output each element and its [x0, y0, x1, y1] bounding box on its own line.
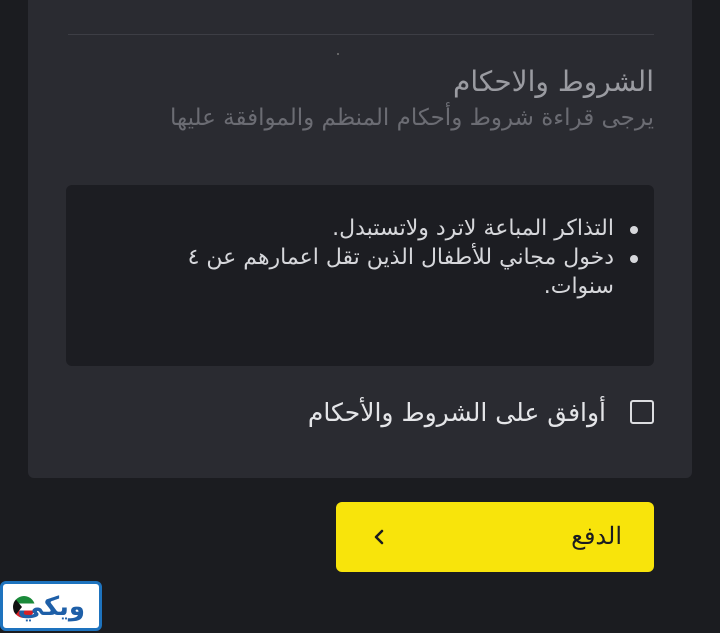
- logo-inner: ويكي: [7, 588, 95, 624]
- agree-checkbox[interactable]: [630, 400, 654, 424]
- logo-text: ويكي: [17, 592, 85, 622]
- chevron-left-icon: [374, 529, 384, 545]
- agree-row[interactable]: أوافق على الشروط والأحكام: [308, 392, 654, 432]
- divider: [68, 34, 654, 35]
- wiki-logo: ويكي: [0, 581, 102, 631]
- terms-list-item: دخول مجاني للأطفال الذين تقل اعمارهم عن …: [174, 243, 638, 301]
- decorative-dot: [337, 53, 339, 55]
- pay-button[interactable]: الدفع: [336, 502, 654, 572]
- terms-list: التذاكر المباعة لاترد ولاتستبدل. دخول مج…: [174, 214, 640, 301]
- terms-title: الشروط والاحكام: [453, 65, 654, 98]
- terms-subtitle: يرجى قراءة شروط وأحكام المنظم والموافقة …: [169, 105, 654, 131]
- pay-button-label: الدفع: [571, 523, 622, 550]
- terms-list-item: التذاكر المباعة لاترد ولاتستبدل.: [174, 214, 638, 243]
- agree-label[interactable]: أوافق على الشروط والأحكام: [308, 398, 606, 427]
